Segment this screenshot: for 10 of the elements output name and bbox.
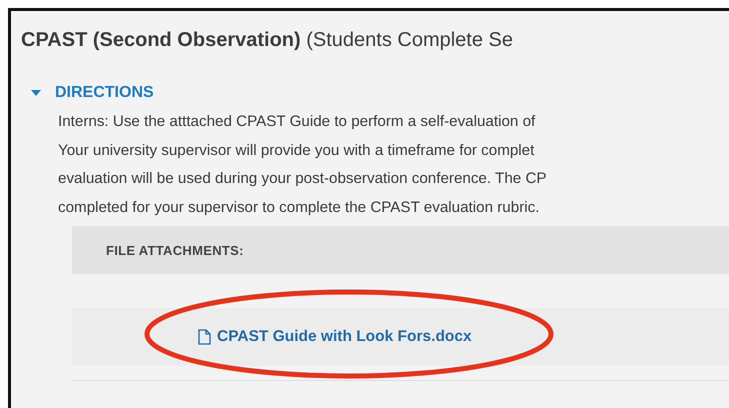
directions-text: Interns: Use the atttached CPAST Guide to perform a self-evaluation of [58, 112, 536, 132]
document-icon [198, 329, 211, 345]
directions-text: evaluation will be used during your post-observation conference. The CP [58, 169, 548, 189]
attachments-label: FILE ATTACHMENTS: [106, 242, 244, 258]
section-heading[interactable]: DIRECTIONS [55, 84, 154, 102]
caret-icon[interactable] [31, 90, 41, 96]
directions-text: completed for your supervisor to complete the CPAST evaluation rubric. [58, 198, 540, 218]
attachment-link[interactable]: CPAST Guide with Look Fors.docx [198, 328, 472, 346]
page-title: CPAST (Second Observation) (Students Complete Se [21, 29, 514, 52]
directions-text: Your university supervisor will provide you with a timeframe for complet [58, 140, 536, 160]
